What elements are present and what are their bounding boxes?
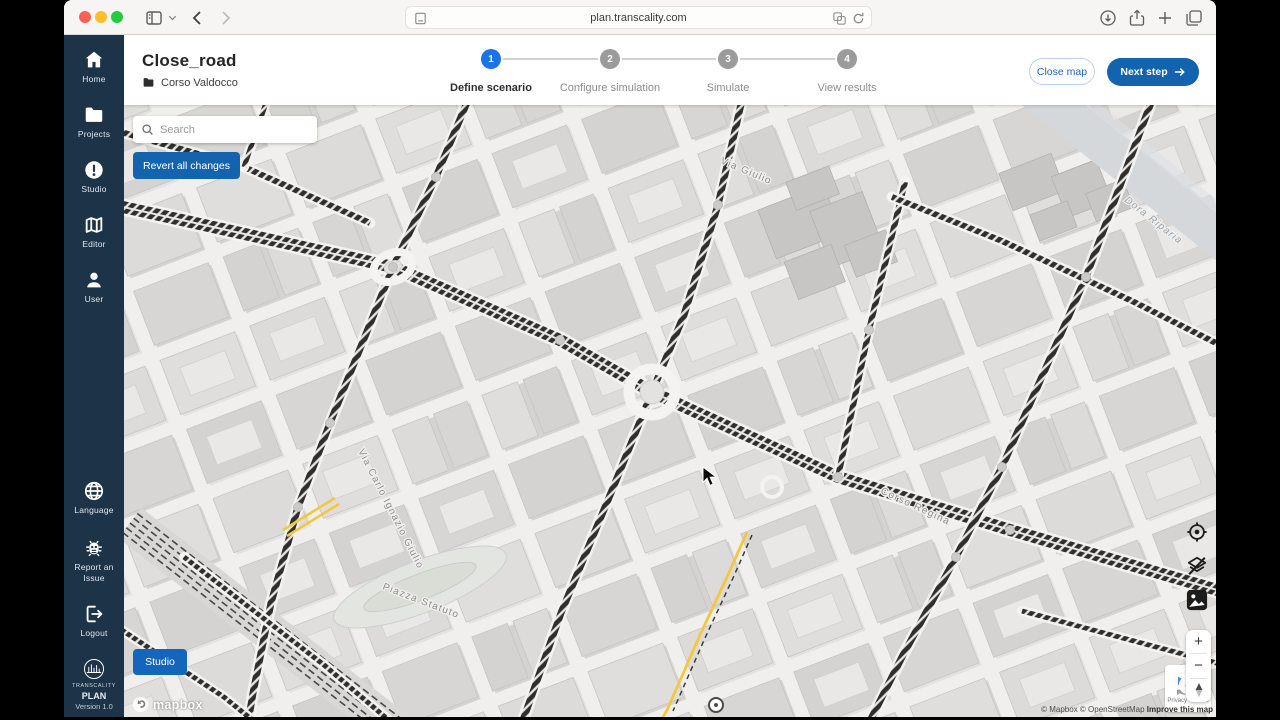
sidebar-item-editor[interactable]: Editor [64, 214, 124, 250]
step-2-circle[interactable]: 2 [600, 49, 620, 69]
app-sidebar: Home Projects Studio Editor [64, 35, 124, 717]
mapbox-icon [132, 696, 149, 713]
step-4-circle[interactable]: 4 [837, 49, 857, 69]
page-title: Close_road [142, 51, 237, 71]
next-step-button[interactable]: Next step [1107, 58, 1199, 86]
share-icon[interactable] [1127, 8, 1147, 28]
sidebar-item-language[interactable]: Language [64, 480, 124, 516]
chevron-down-icon[interactable] [166, 11, 179, 24]
letterboxed-stage: plan.transcality.com [0, 0, 1280, 720]
imagery-toggle-icon[interactable] [1186, 589, 1208, 611]
close-map-button[interactable]: Close map [1029, 58, 1095, 85]
browser-toolbar: plan.transcality.com [64, 0, 1216, 35]
app-header: Close_road Corso Valdocco 1 2 3 4 Define… [124, 35, 1216, 105]
folder-icon [142, 76, 155, 89]
window-zoom-button[interactable] [111, 11, 123, 23]
zoom-control: + − [1186, 630, 1211, 702]
sidebar-item-report-issue[interactable]: Report an Issue [64, 537, 124, 583]
bug-icon [83, 537, 105, 559]
sidebar-item-studio[interactable]: Studio [64, 159, 124, 195]
step-connector [503, 58, 598, 60]
layers-off-icon[interactable] [1186, 555, 1208, 577]
sidebar-item-user[interactable]: User [64, 269, 124, 305]
arrow-right-icon [1174, 66, 1186, 78]
search-input[interactable] [160, 124, 309, 136]
back-button[interactable] [188, 8, 208, 28]
brand-block: TRANSCALITY PLAN Version 1.0 [64, 656, 124, 711]
sidebar-item-home[interactable]: Home [64, 49, 124, 85]
search-icon [141, 123, 154, 136]
mapbox-logo[interactable]: mapbox [132, 696, 203, 713]
zoom-out-button[interactable]: − [1186, 654, 1211, 677]
project-name: Corso Valdocco [161, 77, 238, 89]
map-container: Dora RipariaVia GiulioCorso ReginaVia Ca… [124, 105, 1216, 717]
breadcrumb: Corso Valdocco [142, 76, 238, 89]
transcality-logo-icon [81, 656, 107, 682]
compass-needle-icon [1194, 683, 1204, 697]
compass-button[interactable] [1186, 679, 1211, 702]
step-3-circle[interactable]: 3 [718, 49, 738, 69]
sidebar-toggle-icon[interactable] [144, 8, 164, 28]
browser-window: plan.transcality.com [64, 0, 1216, 717]
home-icon [83, 49, 105, 71]
reload-icon[interactable] [851, 11, 866, 26]
map-attribution: © Mapbox © OpenStreetMap Improve this ma… [1041, 705, 1213, 714]
page-settings-icon[interactable] [413, 11, 428, 26]
globe-icon [83, 480, 105, 502]
map-icon [83, 214, 105, 236]
step-connector [740, 58, 835, 60]
improve-this-map-link[interactable]: Improve this map [1147, 705, 1213, 714]
visibility-control-icon[interactable] [1186, 521, 1208, 543]
address-bar[interactable]: plan.transcality.com [405, 6, 872, 29]
studio-button[interactable]: Studio [133, 649, 187, 675]
forward-button[interactable] [215, 8, 235, 28]
new-tab-icon[interactable] [1155, 8, 1175, 28]
window-minimize-button[interactable] [95, 11, 107, 23]
alert-circle-icon [83, 159, 105, 181]
step-1-label: Define scenario [450, 82, 532, 94]
next-step-label: Next step [1120, 66, 1167, 78]
step-4-label: View results [817, 82, 876, 94]
downloads-icon[interactable] [1098, 8, 1118, 28]
user-icon [83, 269, 105, 291]
window-close-button[interactable] [79, 11, 91, 23]
tab-overview-icon[interactable] [1184, 8, 1204, 28]
map-search [133, 116, 317, 143]
zoom-in-button[interactable]: + [1186, 630, 1211, 653]
mapbox-wordmark: mapbox [153, 698, 203, 712]
sidebar-item-projects[interactable]: Projects [64, 104, 124, 140]
sidebar-item-logout[interactable]: Logout [64, 603, 124, 639]
step-1-circle[interactable]: 1 [481, 49, 501, 69]
step-connector [622, 58, 716, 60]
folder-icon [83, 104, 105, 126]
step-2-label: Configure simulation [560, 82, 660, 94]
attribution-copyright[interactable]: © Mapbox © OpenStreetMap [1041, 705, 1147, 714]
revert-changes-button[interactable]: Revert all changes [133, 152, 240, 179]
logout-icon [83, 603, 105, 625]
step-3-label: Simulate [707, 82, 750, 94]
url-text: plan.transcality.com [590, 12, 686, 24]
translate-icon[interactable] [832, 11, 847, 26]
map-canvas[interactable]: Dora RipariaVia GiulioCorso ReginaVia Ca… [124, 105, 1216, 717]
